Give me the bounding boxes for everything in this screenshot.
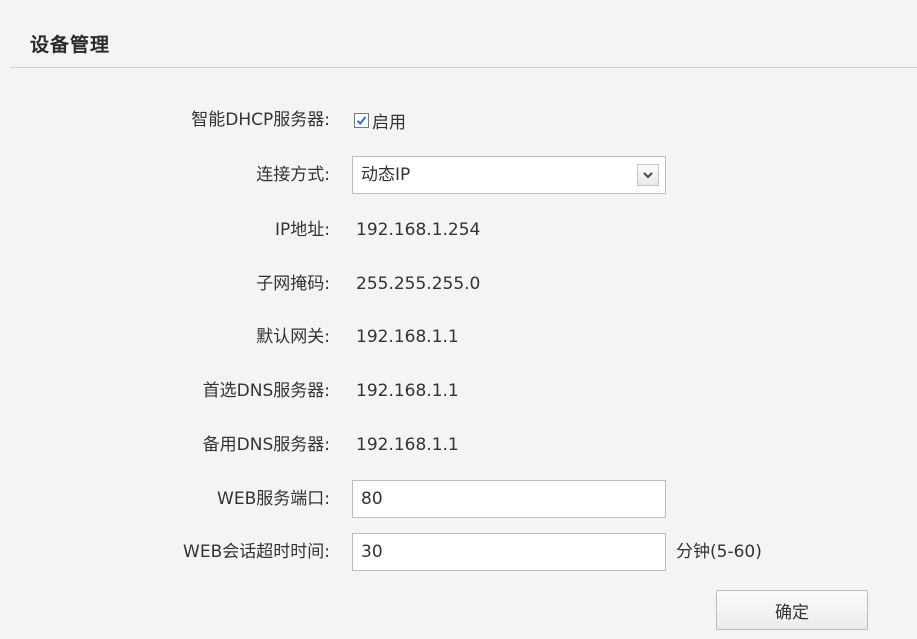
confirm-button[interactable]: 确定 [716,590,868,630]
dhcp-label: 智能DHCP服务器: [191,110,330,130]
gateway-value: 192.168.1.1 [356,327,459,347]
dhcp-enable-toggle[interactable]: 启用 [354,100,406,140]
web-timeout-unit: 分钟(5-60) [676,542,762,562]
section-title: 设备管理 [30,34,111,56]
ip-value: 192.168.1.254 [356,220,481,240]
web-timeout-input[interactable] [352,533,666,571]
web-timeout-label: WEB会话超时时间: [183,542,330,562]
connection-label: 连接方式: [256,165,330,185]
chevron-down-icon[interactable] [637,164,659,186]
checkmark-icon [356,115,367,125]
dns-primary-value: 192.168.1.1 [356,381,459,401]
dns-secondary-label: 备用DNS服务器: [202,435,330,455]
dhcp-row: 智能DHCP服务器: 启用 [0,100,917,140]
subnet-row: 子网掩码: 255.255.255.0 [0,264,917,304]
subnet-value: 255.255.255.0 [356,274,481,294]
dns-primary-label: 首选DNS服务器: [202,381,330,401]
web-port-label: WEB服务端口: [217,489,330,509]
dns-secondary-row: 备用DNS服务器: 192.168.1.1 [0,425,917,465]
gateway-label: 默认网关: [256,327,330,347]
connection-type-value: 动态IP [361,165,411,185]
web-port-input[interactable] [352,480,666,518]
title-divider [10,67,917,68]
device-management-panel: 设备管理 智能DHCP服务器: 启用 连接方式: 动态IP IP地址: 192.… [0,0,917,639]
dhcp-enable-label: 启用 [372,112,406,133]
dhcp-enable-checkbox[interactable] [354,112,369,128]
subnet-label: 子网掩码: [256,274,330,294]
web-port-row: WEB服务端口: [0,479,917,519]
ip-label: IP地址: [275,220,330,240]
connection-row: 连接方式: 动态IP [0,155,917,195]
gateway-row: 默认网关: 192.168.1.1 [0,317,917,357]
dns-primary-row: 首选DNS服务器: 192.168.1.1 [0,371,917,411]
connection-type-select[interactable]: 动态IP [352,156,666,194]
ip-row: IP地址: 192.168.1.254 [0,210,917,250]
dns-secondary-value: 192.168.1.1 [356,435,459,455]
web-timeout-row: WEB会话超时时间: 分钟(5-60) [0,532,917,572]
